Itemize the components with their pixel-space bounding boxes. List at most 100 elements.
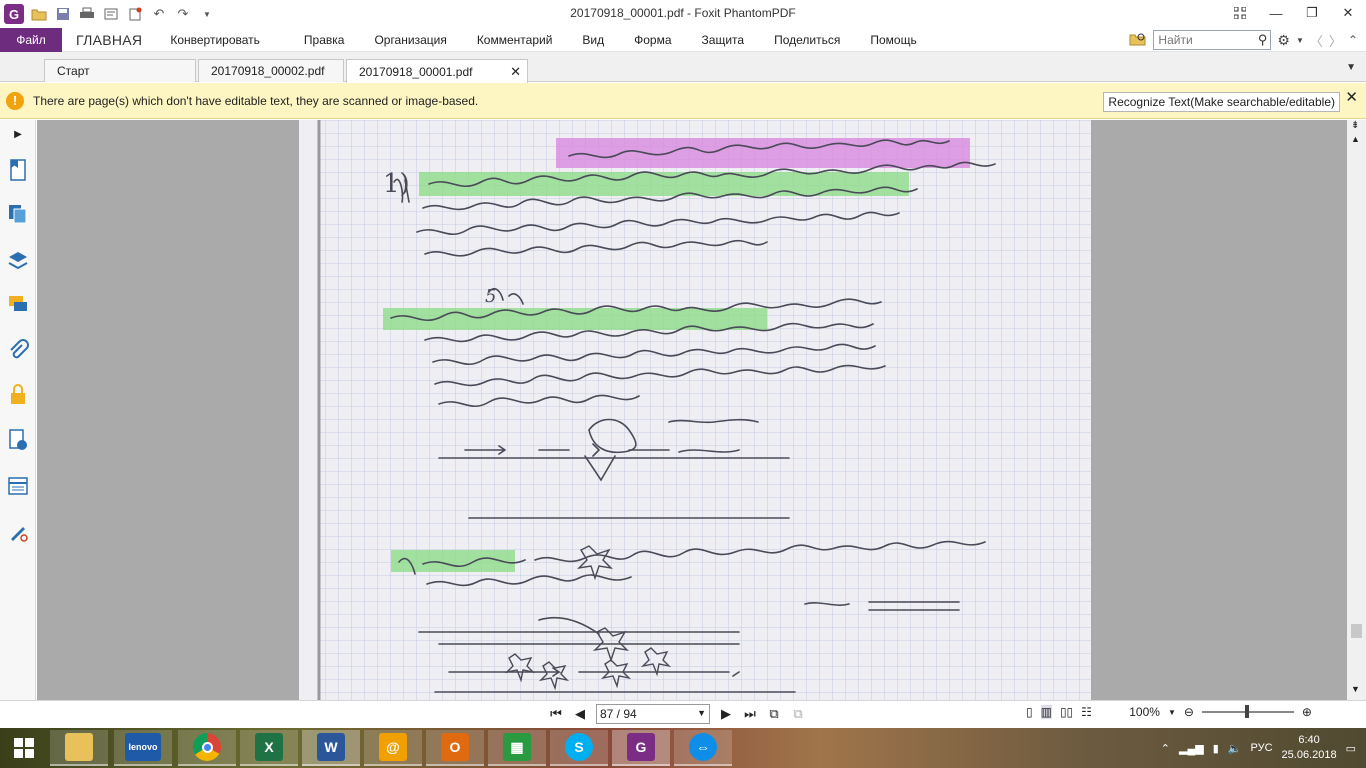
tab-comment[interactable]: Комментарий: [463, 28, 569, 52]
close-infobar-icon[interactable]: ✕: [1345, 88, 1358, 106]
notifications-icon[interactable]: ▭: [1346, 742, 1356, 755]
show-hidden-icons-icon[interactable]: ⌃: [1161, 742, 1170, 755]
scroll-down-icon[interactable]: ▼: [1351, 684, 1360, 694]
bookmarks-icon[interactable]: [6, 158, 30, 182]
restore-button[interactable]: ❐: [1294, 0, 1330, 26]
content-document-icon[interactable]: [6, 428, 30, 452]
mail-icon[interactable]: @: [364, 730, 422, 766]
signature-icon[interactable]: [6, 520, 30, 544]
page-dropdown-icon[interactable]: ▼: [697, 708, 706, 718]
zoom-dropdown-icon[interactable]: ▼: [1168, 708, 1176, 717]
undo-icon[interactable]: ↶: [150, 5, 168, 23]
attachments-icon[interactable]: [6, 338, 30, 362]
volume-icon[interactable]: 🔈: [1228, 742, 1242, 755]
zoom-slider[interactable]: [1201, 705, 1294, 718]
tab-home[interactable]: ГЛАВНАЯ: [62, 28, 156, 52]
first-page-icon[interactable]: ⏮: [548, 706, 564, 722]
explorer-icon[interactable]: [50, 730, 108, 766]
foxit-logo-icon[interactable]: G: [4, 4, 24, 24]
vertical-scrollbar[interactable]: ⇟ ▲ ▼: [1347, 120, 1366, 700]
continuous-page-icon[interactable]: ▥: [1040, 705, 1052, 719]
single-page-icon[interactable]: ▯: [1026, 705, 1033, 719]
settings-gear-icon[interactable]: ⚙: [1277, 32, 1290, 49]
new-document-icon[interactable]: [126, 5, 144, 23]
page-navigation: ⏮ ◀ 87 / 94 ▼ ▶ ⏭ ⧉ ⧉: [548, 704, 806, 724]
zoom-out-icon[interactable]: ⊖: [1184, 705, 1194, 719]
settings-dropdown-icon[interactable]: ▼: [1296, 36, 1304, 45]
forward-icon[interactable]: 〉: [1329, 31, 1342, 50]
page-number-field[interactable]: 87 / 94 ▼: [596, 704, 710, 724]
customize-dropdown-icon[interactable]: ▼: [198, 5, 216, 23]
word-icon[interactable]: W: [302, 730, 360, 766]
tab-edit[interactable]: Правка: [290, 28, 361, 52]
previous-page-icon[interactable]: ◀: [572, 706, 588, 722]
zoom-in-icon[interactable]: ⊕: [1302, 705, 1312, 719]
page-number-value: 87 / 94: [600, 707, 637, 721]
document-viewer[interactable]: 1) 5: [37, 120, 1347, 700]
security-lock-icon[interactable]: [6, 382, 30, 406]
chrome-icon[interactable]: [178, 730, 236, 766]
clock-date: 25.06.2018: [1281, 749, 1337, 761]
minimize-button[interactable]: —: [1258, 0, 1294, 26]
scanned-document-infobar: ! There are page(s) which don't have edi…: [0, 83, 1366, 119]
continuous-facing-icon[interactable]: ☷: [1081, 705, 1092, 719]
layers-icon[interactable]: [6, 248, 30, 272]
search-input[interactable]: [1158, 33, 1251, 47]
teamviewer-icon[interactable]: ⇔: [674, 730, 732, 766]
tab-help[interactable]: Помощь: [856, 28, 930, 52]
file-tab[interactable]: Файл: [0, 27, 62, 52]
skype-icon[interactable]: S: [550, 730, 608, 766]
tab-organize[interactable]: Организация: [360, 28, 462, 52]
zoom-level[interactable]: 100%: [1100, 705, 1160, 719]
network-signal-icon[interactable]: ▂▄▆: [1179, 742, 1204, 755]
lenovo-icon[interactable]: lenovo: [114, 730, 172, 766]
search-icon[interactable]: ⚲: [1258, 32, 1268, 48]
status-bar: ⏮ ◀ 87 / 94 ▼ ▶ ⏭ ⧉ ⧉ ▯ ▥ ▯▯ ☷ 100% ▼ ⊖ …: [0, 700, 1366, 728]
tab-doc-00001[interactable]: 20170918_00001.pdf ✕: [346, 59, 528, 83]
tab-share[interactable]: Поделиться: [760, 28, 856, 52]
tabs-list-dropdown-icon[interactable]: ▼: [1346, 62, 1356, 73]
expand-panel-icon[interactable]: ▶: [6, 122, 30, 146]
find-folder-icon[interactable]: [1129, 31, 1147, 50]
next-view-icon[interactable]: ⧉: [790, 706, 806, 722]
tab-convert[interactable]: Конвертировать: [156, 28, 290, 52]
last-page-icon[interactable]: ⏭: [742, 706, 758, 722]
collapse-ribbon-icon[interactable]: ⌃: [1348, 33, 1358, 47]
print-icon[interactable]: [78, 5, 96, 23]
previous-view-icon[interactable]: ⧉: [766, 706, 782, 722]
close-button[interactable]: ✕: [1330, 0, 1366, 26]
start-button[interactable]: [0, 728, 48, 768]
tab-start[interactable]: Старт: [44, 59, 196, 82]
split-view-icon[interactable]: ⇟: [1351, 120, 1359, 131]
tab-form[interactable]: Форма: [620, 28, 687, 52]
battery-icon[interactable]: ▮: [1213, 742, 1219, 755]
comments-icon[interactable]: [6, 292, 30, 316]
scanned-page: 1) 5: [299, 120, 1091, 700]
close-tab-icon[interactable]: ✕: [510, 64, 521, 80]
store-icon[interactable]: ▦: [488, 730, 546, 766]
scroll-up-icon[interactable]: ▲: [1351, 134, 1360, 144]
back-icon[interactable]: 〈: [1310, 31, 1323, 50]
tab-label: 20170918_00002.pdf: [211, 64, 325, 78]
save-icon[interactable]: [54, 5, 72, 23]
language-indicator[interactable]: РУС: [1251, 742, 1273, 754]
search-field[interactable]: ⚲: [1153, 30, 1272, 50]
tab-protect[interactable]: Защита: [688, 28, 761, 52]
pages-thumbnails-icon[interactable]: [6, 202, 30, 226]
clock[interactable]: 6:40 25.06.2018: [1282, 733, 1337, 763]
recognize-text-button[interactable]: Recognize Text(Make searchable/editable): [1103, 92, 1340, 112]
tab-view[interactable]: Вид: [568, 28, 620, 52]
facing-page-icon[interactable]: ▯▯: [1060, 705, 1073, 719]
scrollbar-thumb[interactable]: [1351, 624, 1362, 638]
tab-doc-00002[interactable]: 20170918_00002.pdf: [198, 59, 344, 82]
excel-icon[interactable]: X: [240, 730, 298, 766]
redo-icon[interactable]: ↷: [174, 5, 192, 23]
form-fields-icon[interactable]: [6, 474, 30, 498]
next-page-icon[interactable]: ▶: [718, 706, 734, 722]
foxit-pdf-icon[interactable]: G: [612, 730, 670, 766]
outlook-icon[interactable]: O: [426, 730, 484, 766]
properties-icon[interactable]: [102, 5, 120, 23]
compact-mode-icon[interactable]: [1222, 0, 1258, 26]
zoom-slider-handle[interactable]: [1244, 705, 1249, 718]
open-folder-icon[interactable]: [30, 5, 48, 23]
